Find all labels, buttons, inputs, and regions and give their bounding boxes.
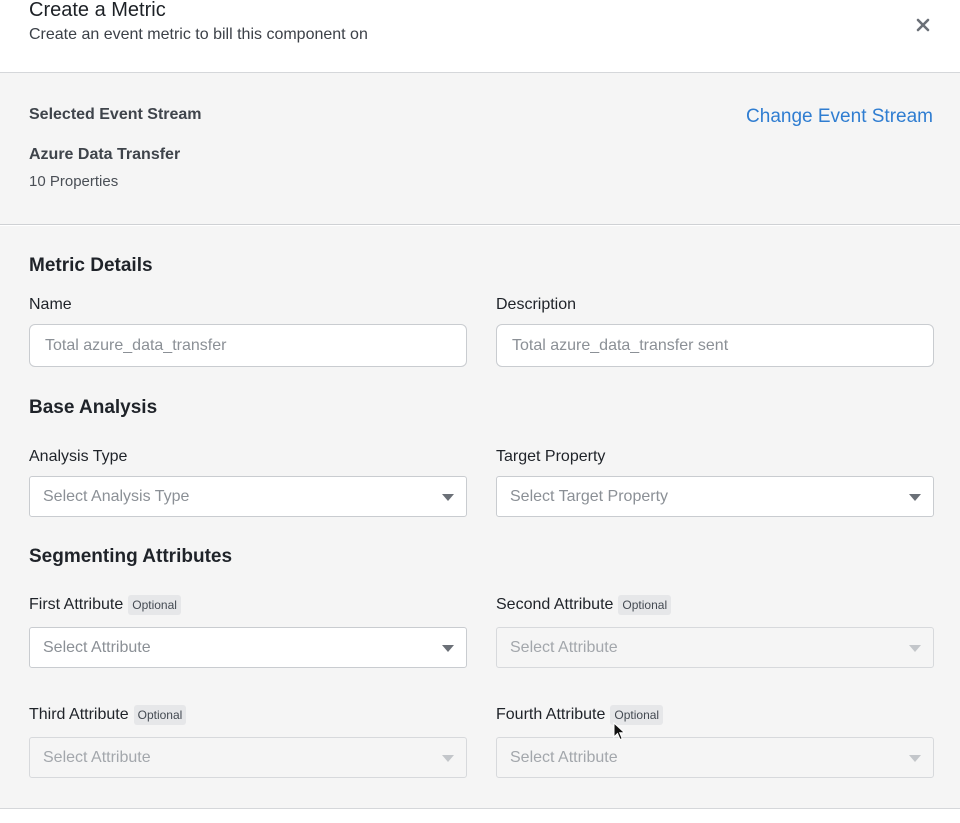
target-property-label: Target Property (496, 448, 606, 465)
fourth-attribute-label-text: Fourth Attribute (496, 706, 606, 723)
chevron-down-icon (909, 755, 921, 762)
close-button[interactable] (912, 14, 934, 36)
optional-badge: Optional (618, 595, 672, 615)
optional-badge: Optional (133, 705, 187, 725)
analysis-type-placeholder: Select Analysis Type (43, 488, 190, 505)
metric-form: Metric Details Name Description Base Ana… (0, 226, 960, 808)
event-stream-section: Selected Event Stream Change Event Strea… (0, 73, 960, 225)
first-attribute-label-text: First Attribute (29, 596, 124, 613)
event-stream-properties-count: 10 Properties (29, 173, 119, 190)
close-icon (916, 18, 930, 32)
target-property-select[interactable]: Select Target Property (496, 476, 934, 517)
second-attribute-label-text: Second Attribute (496, 596, 614, 613)
first-attribute-select[interactable]: Select Attribute (29, 627, 467, 668)
name-input[interactable] (29, 324, 467, 367)
segmenting-attributes-title: Segmenting Attributes (29, 546, 233, 567)
event-stream-name: Azure Data Transfer (29, 146, 181, 163)
chevron-down-icon (442, 494, 454, 501)
metric-details-title: Metric Details (29, 255, 153, 276)
second-attribute-placeholder: Select Attribute (510, 639, 618, 656)
analysis-type-select[interactable]: Select Analysis Type (29, 476, 467, 517)
chevron-down-icon (909, 645, 921, 652)
analysis-type-label: Analysis Type (29, 448, 128, 465)
third-attribute-placeholder: Select Attribute (43, 749, 151, 766)
second-attribute-label: Second Attribute Optional (496, 595, 672, 615)
chevron-down-icon (442, 755, 454, 762)
second-attribute-select[interactable]: Select Attribute (496, 627, 934, 668)
modal-footer (0, 808, 960, 823)
description-label: Description (496, 296, 577, 313)
first-attribute-label: First Attribute Optional (29, 595, 181, 615)
fourth-attribute-select[interactable]: Select Attribute (496, 737, 934, 778)
base-analysis-title: Base Analysis (29, 397, 158, 418)
modal-title: Create a Metric (29, 0, 166, 21)
target-property-placeholder: Select Target Property (510, 488, 669, 505)
first-attribute-placeholder: Select Attribute (43, 639, 151, 656)
third-attribute-select[interactable]: Select Attribute (29, 737, 467, 778)
mouse-pointer-icon (613, 722, 626, 741)
chevron-down-icon (442, 645, 454, 652)
selected-event-stream-label: Selected Event Stream (29, 106, 202, 123)
fourth-attribute-placeholder: Select Attribute (510, 749, 618, 766)
modal-subtitle: Create an event metric to bill this comp… (29, 26, 368, 43)
name-label: Name (29, 296, 72, 313)
modal-header: Create a Metric Create an event metric t… (0, 0, 960, 73)
chevron-down-icon (909, 494, 921, 501)
change-event-stream-link[interactable]: Change Event Stream (746, 106, 933, 128)
fourth-attribute-label: Fourth Attribute Optional (496, 705, 664, 725)
third-attribute-label: Third Attribute Optional (29, 705, 187, 725)
optional-badge: Optional (128, 595, 181, 615)
description-input[interactable] (496, 324, 934, 367)
third-attribute-label-text: Third Attribute (29, 706, 129, 723)
